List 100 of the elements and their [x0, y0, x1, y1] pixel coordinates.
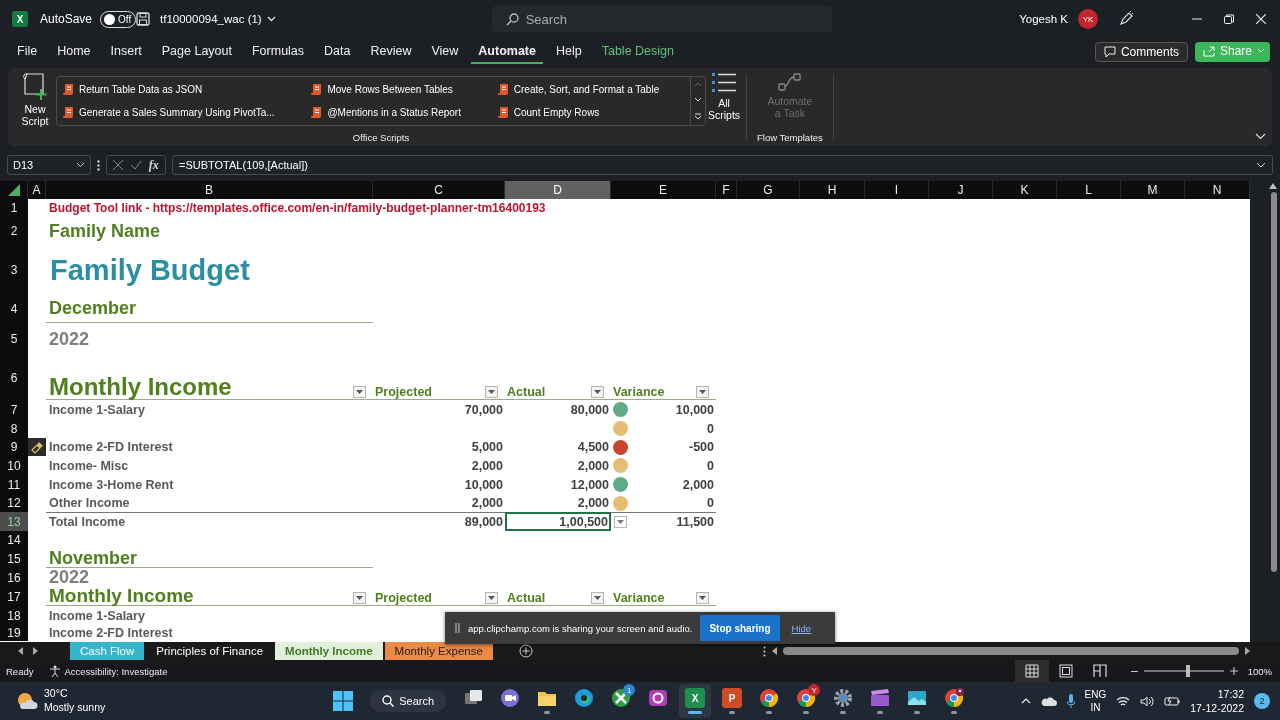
- clock-time[interactable]: 17:32: [1217, 686, 1244, 701]
- total-dropdown-button[interactable]: [614, 515, 627, 528]
- wifi-icon[interactable]: [1116, 695, 1131, 707]
- normal-view-button[interactable]: [1014, 660, 1049, 682]
- filter-button[interactable]: [353, 592, 366, 604]
- script-item[interactable]: Move Rows Between Tables: [307, 80, 490, 100]
- row-header[interactable]: 19: [0, 625, 28, 641]
- formula-field[interactable]: =SUBTOTAL(109,[Actual]): [172, 155, 1273, 175]
- script-item[interactable]: Return Table Data as JSON: [59, 80, 304, 100]
- scroll-right-icon[interactable]: [1245, 647, 1250, 655]
- restore-icon[interactable]: [1224, 14, 1234, 24]
- sheet-tab[interactable]: Monthly Income: [275, 642, 383, 660]
- battery-icon[interactable]: [1164, 696, 1181, 706]
- scroll-right-icon[interactable]: [33, 647, 38, 655]
- insert-function-button[interactable]: fx: [148, 157, 159, 173]
- column-header[interactable]: E: [611, 181, 716, 199]
- taskbar-search-button[interactable]: Search: [370, 690, 447, 712]
- filter-button[interactable]: [696, 386, 709, 398]
- column-header[interactable]: C: [373, 181, 505, 199]
- zoom-in-icon[interactable]: [1229, 667, 1238, 675]
- check-icon[interactable]: [130, 160, 142, 170]
- pen-icon[interactable]: [1118, 11, 1134, 27]
- zoom-slider-thumb[interactable]: [1185, 665, 1190, 677]
- save-icon[interactable]: [136, 12, 151, 26]
- filter-button[interactable]: [696, 592, 709, 604]
- row-header[interactable]: 13: [0, 512, 28, 531]
- taskbar-app[interactable]: Y: [790, 684, 823, 718]
- row-header[interactable]: 17: [0, 587, 28, 606]
- cloud-icon[interactable]: [1040, 696, 1057, 706]
- file-name-button[interactable]: tf10000094_wac (1): [160, 13, 276, 25]
- chevron-up-icon[interactable]: [1020, 698, 1031, 704]
- region-indicator[interactable]: IN: [1090, 701, 1101, 715]
- taskbar-app[interactable]: 1: [605, 684, 638, 718]
- row-header[interactable]: 11: [0, 475, 28, 494]
- row-header[interactable]: 2: [0, 217, 28, 245]
- accessibility-status[interactable]: Accessibility: Investigate: [64, 665, 168, 677]
- row-header[interactable]: 4: [0, 295, 28, 323]
- column-header[interactable]: H: [800, 181, 865, 199]
- script-item[interactable]: Create, Sort, and Format a Table: [493, 80, 688, 100]
- row-header[interactable]: 8: [0, 419, 28, 438]
- column-header[interactable]: A: [28, 181, 46, 199]
- row-header[interactable]: 6: [0, 355, 28, 400]
- sheet-tab[interactable]: Monthly Expense: [384, 642, 493, 660]
- new-script-button[interactable]: New Script: [14, 68, 56, 146]
- column-header[interactable]: K: [993, 181, 1057, 199]
- column-header[interactable]: I: [865, 181, 929, 199]
- menu-tab[interactable]: View: [424, 40, 466, 64]
- script-item[interactable]: Count Empty Rows: [493, 102, 688, 122]
- row-header[interactable]: 1: [0, 199, 28, 217]
- menu-tab[interactable]: Table Design: [594, 40, 681, 64]
- horizontal-scrollbar[interactable]: [783, 647, 1239, 655]
- row-header[interactable]: 18: [0, 606, 28, 625]
- column-header[interactable]: M: [1121, 181, 1185, 199]
- filter-button[interactable]: [591, 592, 604, 604]
- menu-tab[interactable]: Formulas: [244, 40, 312, 64]
- taskbar-app[interactable]: X: [679, 684, 712, 718]
- script-item[interactable]: @Mentions in a Status Report: [307, 102, 490, 122]
- menu-tab[interactable]: Data: [317, 40, 358, 64]
- language-indicator[interactable]: ENG: [1084, 687, 1107, 701]
- menu-tab[interactable]: Home: [50, 40, 98, 64]
- more-icon[interactable]: [694, 112, 702, 120]
- row-header[interactable]: 10: [0, 456, 28, 475]
- column-header[interactable]: J: [929, 181, 993, 199]
- scroll-left-icon[interactable]: [18, 647, 23, 655]
- clock-date[interactable]: 17-12-2022: [1190, 701, 1244, 716]
- column-header[interactable]: N: [1185, 181, 1250, 199]
- microphone-icon[interactable]: [1066, 694, 1075, 708]
- row-header[interactable]: 3: [0, 245, 28, 295]
- all-scripts-button[interactable]: All Scripts: [706, 68, 742, 146]
- expand-icon[interactable]: [1256, 162, 1266, 168]
- notification-count[interactable]: 2: [1254, 693, 1270, 709]
- filter-button[interactable]: [485, 592, 498, 604]
- cancel-icon[interactable]: [113, 160, 124, 170]
- menu-tab[interactable]: Help: [549, 40, 589, 64]
- menu-tab[interactable]: Page Layout: [154, 40, 239, 64]
- taskbar-app[interactable]: P: [716, 684, 749, 718]
- row-header[interactable]: 15: [0, 549, 28, 568]
- filter-button[interactable]: [353, 386, 366, 398]
- column-header[interactable]: B: [46, 181, 373, 199]
- column-header[interactable]: D: [505, 181, 611, 199]
- menu-tab[interactable]: Automate: [471, 40, 543, 64]
- hide-link[interactable]: Hide: [791, 622, 812, 634]
- close-icon[interactable]: [1256, 14, 1266, 24]
- accessibility-icon[interactable]: [49, 665, 62, 677]
- column-header[interactable]: F: [716, 181, 737, 199]
- row-header[interactable]: 16: [0, 568, 28, 587]
- menu-tab[interactable]: Review: [363, 40, 419, 64]
- row-header[interactable]: 14: [0, 531, 28, 549]
- column-header[interactable]: L: [1057, 181, 1121, 199]
- drag-handle-icon[interactable]: [455, 623, 460, 633]
- select-all-icon[interactable]: [7, 184, 20, 196]
- script-item[interactable]: Generate a Sales Summary Using PivotTa...: [59, 102, 304, 122]
- row-header[interactable]: 9: [0, 438, 28, 456]
- collapse-ribbon-icon[interactable]: [1255, 133, 1266, 140]
- scroll-left-icon[interactable]: [772, 647, 777, 655]
- more-icon[interactable]: [97, 159, 100, 171]
- zoom-level[interactable]: 100%: [1247, 665, 1272, 677]
- row-header[interactable]: 5: [0, 323, 28, 355]
- menu-tab[interactable]: File: [10, 40, 45, 64]
- column-header[interactable]: G: [737, 181, 800, 199]
